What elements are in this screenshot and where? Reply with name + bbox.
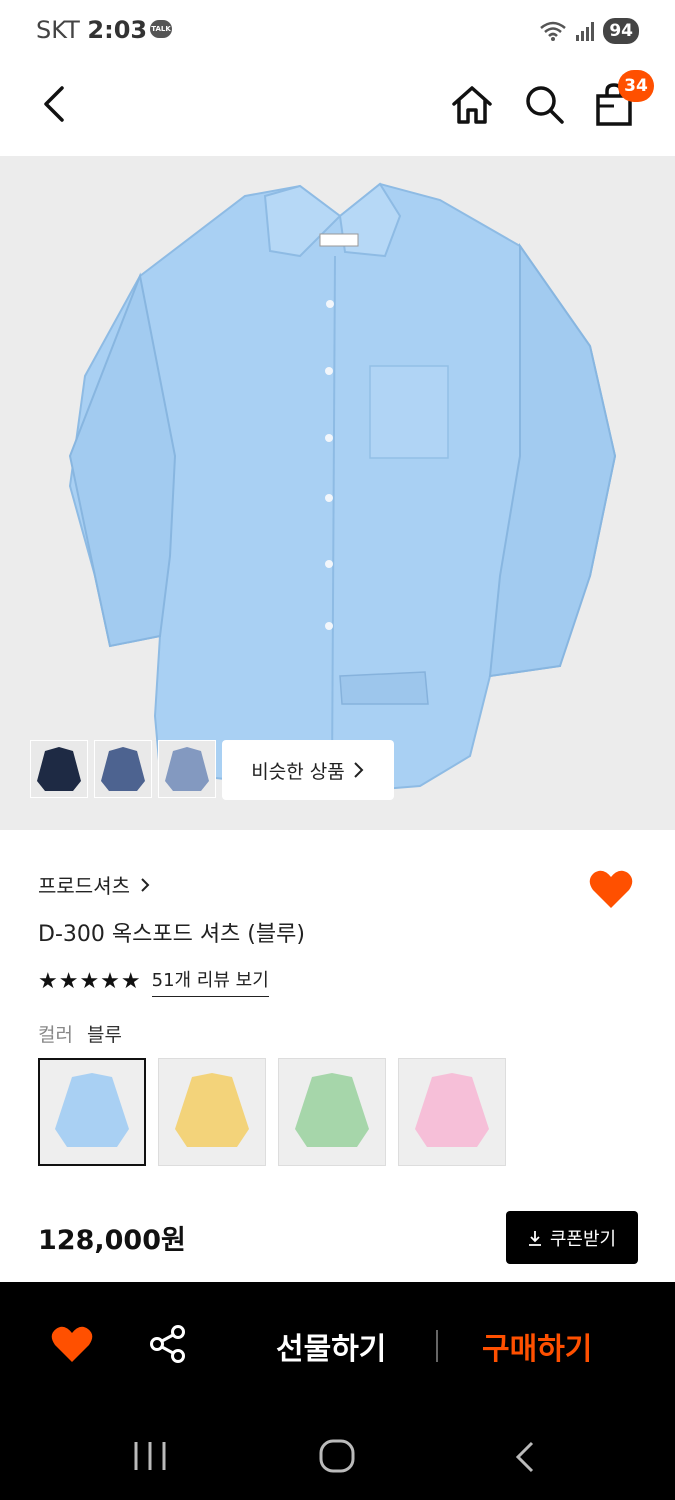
swatch-yellow[interactable] [158, 1058, 266, 1166]
wishlist-heart-icon[interactable] [588, 868, 634, 910]
brand-link[interactable]: 프로드셔츠 [38, 870, 150, 899]
thumbnail-chambray-shirt[interactable] [158, 740, 216, 798]
status-icons: 94 [539, 18, 639, 44]
chevron-right-icon [141, 877, 150, 892]
swatch-green[interactable] [278, 1058, 386, 1166]
coupon-label: 쿠폰받기 [549, 1228, 617, 1250]
selected-color-value: 블루 [86, 1024, 122, 1046]
status-carrier-time: SKT 2:03 [36, 16, 147, 44]
rating-row: ★★★★★ 51개 리뷰 보기 [38, 966, 269, 997]
share-icon[interactable] [148, 1324, 188, 1364]
home-button-icon[interactable] [318, 1438, 356, 1474]
color-selector-label: 컬러 블루 [38, 1020, 122, 1047]
chevron-right-icon [354, 762, 364, 778]
thumbnail-strip [30, 740, 216, 798]
search-icon[interactable] [522, 82, 566, 126]
download-icon [528, 1230, 541, 1246]
action-divider [436, 1330, 438, 1362]
back-arrow-icon[interactable] [34, 82, 78, 126]
coupon-button[interactable]: 쿠폰받기 [506, 1211, 638, 1264]
top-navigation: 34 [0, 60, 675, 156]
clock: 2:03 [87, 16, 148, 44]
home-icon[interactable] [450, 82, 494, 126]
cart-count-badge: 34 [618, 70, 654, 102]
product-price: 128,000원 [38, 1225, 186, 1256]
swatch-pink[interactable] [398, 1058, 506, 1166]
brand-name: 프로드셔츠 [38, 874, 130, 898]
thumbnail-navy-shirt[interactable] [30, 740, 88, 798]
recent-apps-icon[interactable] [130, 1440, 170, 1472]
similar-products-button[interactable]: 비슷한 상품 [222, 740, 394, 800]
swatch-blue[interactable] [38, 1058, 146, 1166]
carrier-label: SKT [36, 16, 80, 44]
star-rating: ★★★★★ [38, 969, 142, 994]
signal-icon [576, 22, 595, 41]
status-bar: SKT 2:03 TALK 94 [0, 0, 675, 60]
product-image-gallery[interactable]: 비슷한 상품 [0, 156, 675, 830]
product-shirt-image [68, 182, 617, 794]
color-label: 컬러 [38, 1024, 73, 1046]
system-navigation-bar [0, 1412, 675, 1500]
color-swatches [38, 1058, 506, 1166]
buy-button[interactable]: 구매하기 [482, 1324, 592, 1368]
system-back-icon[interactable] [510, 1440, 542, 1474]
product-title: D-300 옥스포드 셔츠 (블루) [38, 922, 305, 947]
similar-products-label: 비슷한 상품 [251, 760, 345, 783]
thumbnail-denim-shirt[interactable] [94, 740, 152, 798]
gift-button[interactable]: 선물하기 [276, 1324, 386, 1368]
reviews-link[interactable]: 51개 리뷰 보기 [151, 966, 269, 997]
talk-notification-icon: TALK [150, 20, 172, 38]
wifi-icon [540, 21, 567, 41]
battery-indicator: 94 [603, 18, 639, 44]
favorite-heart-icon[interactable] [50, 1324, 94, 1364]
